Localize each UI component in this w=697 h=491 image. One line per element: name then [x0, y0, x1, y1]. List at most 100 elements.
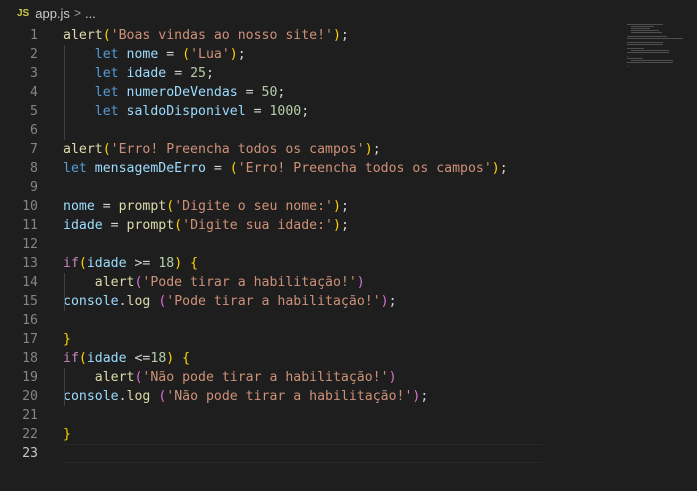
line-number: 22	[22, 427, 38, 442]
code-text: let nome = ('Lua');	[63, 45, 246, 64]
minimap-line	[631, 26, 654, 27]
code-token: <=	[126, 351, 151, 366]
code-line[interactable]: 22}	[0, 425, 620, 444]
code-text: let saldoDisponivel = 1000;	[63, 102, 309, 121]
code-token: idade	[126, 66, 167, 81]
minimap-line	[627, 66, 628, 67]
code-line[interactable]: 23	[0, 444, 620, 463]
line-number: 16	[22, 313, 38, 328]
code-line[interactable]: 20 console.log ('Não pode tirar a habilit…	[0, 387, 620, 406]
code-line[interactable]: 1 alert('Boas vindas ao nosso site!');	[0, 26, 620, 45]
code-token: =	[102, 218, 127, 233]
code-line[interactable]: 8 let mensagemDeErro = ('Erro! Preencha t…	[0, 159, 620, 178]
minimap[interactable]	[627, 24, 691, 74]
code-token: =	[245, 104, 270, 119]
code-text: console.log ('Não pode tirar a habilitaç…	[63, 387, 428, 406]
code-token: ;	[372, 142, 381, 157]
line-number: 15	[22, 294, 38, 309]
code-token: )	[388, 370, 397, 385]
code-token: =	[166, 66, 191, 81]
code-line[interactable]: 5 let saldoDisponivel = 1000;	[0, 102, 620, 121]
code-token: )	[229, 47, 238, 62]
code-text: let idade = 25;	[63, 64, 214, 83]
code-token: 'Não pode tirar a habilitação!'	[142, 370, 389, 385]
code-token: ;	[301, 104, 310, 119]
code-token: ;	[237, 47, 246, 62]
code-editor[interactable]: 1 alert('Boas vindas ao nosso site!'); 2 l…	[0, 26, 697, 491]
minimap-line	[627, 62, 673, 63]
code-text: console.log ('Pode tirar a habilitação!'…	[63, 292, 397, 311]
minimap-line	[631, 32, 662, 33]
line-number: 10	[22, 199, 38, 214]
code-token: ;	[499, 161, 508, 176]
breadcrumb-file-name[interactable]: app.js	[35, 6, 70, 21]
code-token: )	[356, 275, 365, 290]
code-line[interactable]: 12	[0, 235, 620, 254]
code-token: 'Boas vindas ao nosso site!'	[110, 28, 333, 43]
line-number: 8	[30, 161, 38, 176]
line-number: 5	[30, 104, 38, 119]
breadcrumb-more[interactable]: ...	[85, 6, 96, 21]
code-token: .	[118, 389, 127, 404]
code-text: alert('Erro! Preencha todos os campos');	[63, 140, 381, 159]
code-text: idade = prompt('Digite sua idade:');	[63, 216, 349, 235]
code-token: idade	[86, 256, 127, 271]
code-token: (	[102, 28, 111, 43]
code-token: =	[94, 199, 119, 214]
code-line[interactable]: 21	[0, 406, 620, 425]
code-text: alert('Pode tirar a habilitação!')	[63, 273, 365, 292]
code-line[interactable]: 13 if(idade >= 18) {	[0, 254, 620, 273]
code-line[interactable]: 11 idade = prompt('Digite sua idade:');	[0, 216, 620, 235]
code-line[interactable]: 16	[0, 311, 620, 330]
line-number: 17	[22, 332, 38, 347]
code-token: 'Erro! Preencha todos os campos'	[110, 142, 365, 157]
code-line[interactable]: 17}	[0, 330, 620, 349]
code-token: 18	[150, 351, 167, 366]
code-token: log	[126, 294, 151, 309]
code-token: 25	[190, 66, 206, 81]
code-line[interactable]: 7 alert('Erro! Preencha todos os campos')…	[0, 140, 620, 159]
code-line[interactable]: 15 console.log ('Pode tirar a habilitação…	[0, 292, 620, 311]
minimap-line	[627, 36, 667, 37]
code-line[interactable]: 19 alert('Não pode tirar a habilitação!'…	[0, 368, 620, 387]
code-token: 'Pode tirar a habilitação!'	[142, 275, 357, 290]
code-token: .	[118, 294, 127, 309]
code-line[interactable]: 6	[0, 121, 620, 140]
javascript-file-icon: JS	[17, 7, 30, 19]
code-token: 'Digite o seu nome:'	[174, 199, 333, 214]
code-token: 'Erro! Preencha todos os campos'	[237, 161, 492, 176]
code-line[interactable]: 18 if(idade <=18) {	[0, 349, 620, 368]
code-line[interactable]: 2 let nome = ('Lua');	[0, 45, 620, 64]
line-number: 1	[30, 28, 38, 43]
code-token: (	[166, 199, 175, 214]
code-token: nome	[126, 47, 159, 62]
code-token: =	[237, 85, 262, 100]
code-token: 1000	[269, 104, 302, 119]
code-token: )	[380, 294, 389, 309]
code-token: }	[63, 427, 71, 442]
minimap-line	[631, 50, 669, 51]
code-token: (	[78, 256, 87, 271]
line-number: 19	[22, 370, 38, 385]
code-token: (	[174, 218, 183, 233]
code-token: prompt	[118, 199, 167, 214]
code-token: (	[78, 351, 87, 366]
minimap-line	[627, 48, 644, 49]
code-line[interactable]: 10 nome = prompt('Digite o seu nome:');	[0, 197, 620, 216]
code-text: let numeroDeVendas = 50;	[63, 83, 286, 102]
code-token: ;	[388, 294, 397, 309]
code-line[interactable]: 9	[0, 178, 620, 197]
code-text: nome = prompt('Digite o seu nome:');	[63, 197, 349, 216]
code-line[interactable]: 14 alert('Pode tirar a habilitação!')	[0, 273, 620, 292]
code-token: console	[63, 294, 119, 309]
code-token: (	[182, 47, 191, 62]
line-number: 9	[30, 180, 38, 195]
code-token: =	[158, 47, 183, 62]
code-token: if	[63, 256, 79, 271]
code-line[interactable]: 3 let idade = 25;	[0, 64, 620, 83]
code-text: alert('Boas vindas ao nosso site!');	[63, 26, 349, 45]
code-line[interactable]: 4 let numeroDeVendas = 50;	[0, 83, 620, 102]
code-text: alert('Não pode tirar a habilitação!')	[63, 368, 397, 387]
